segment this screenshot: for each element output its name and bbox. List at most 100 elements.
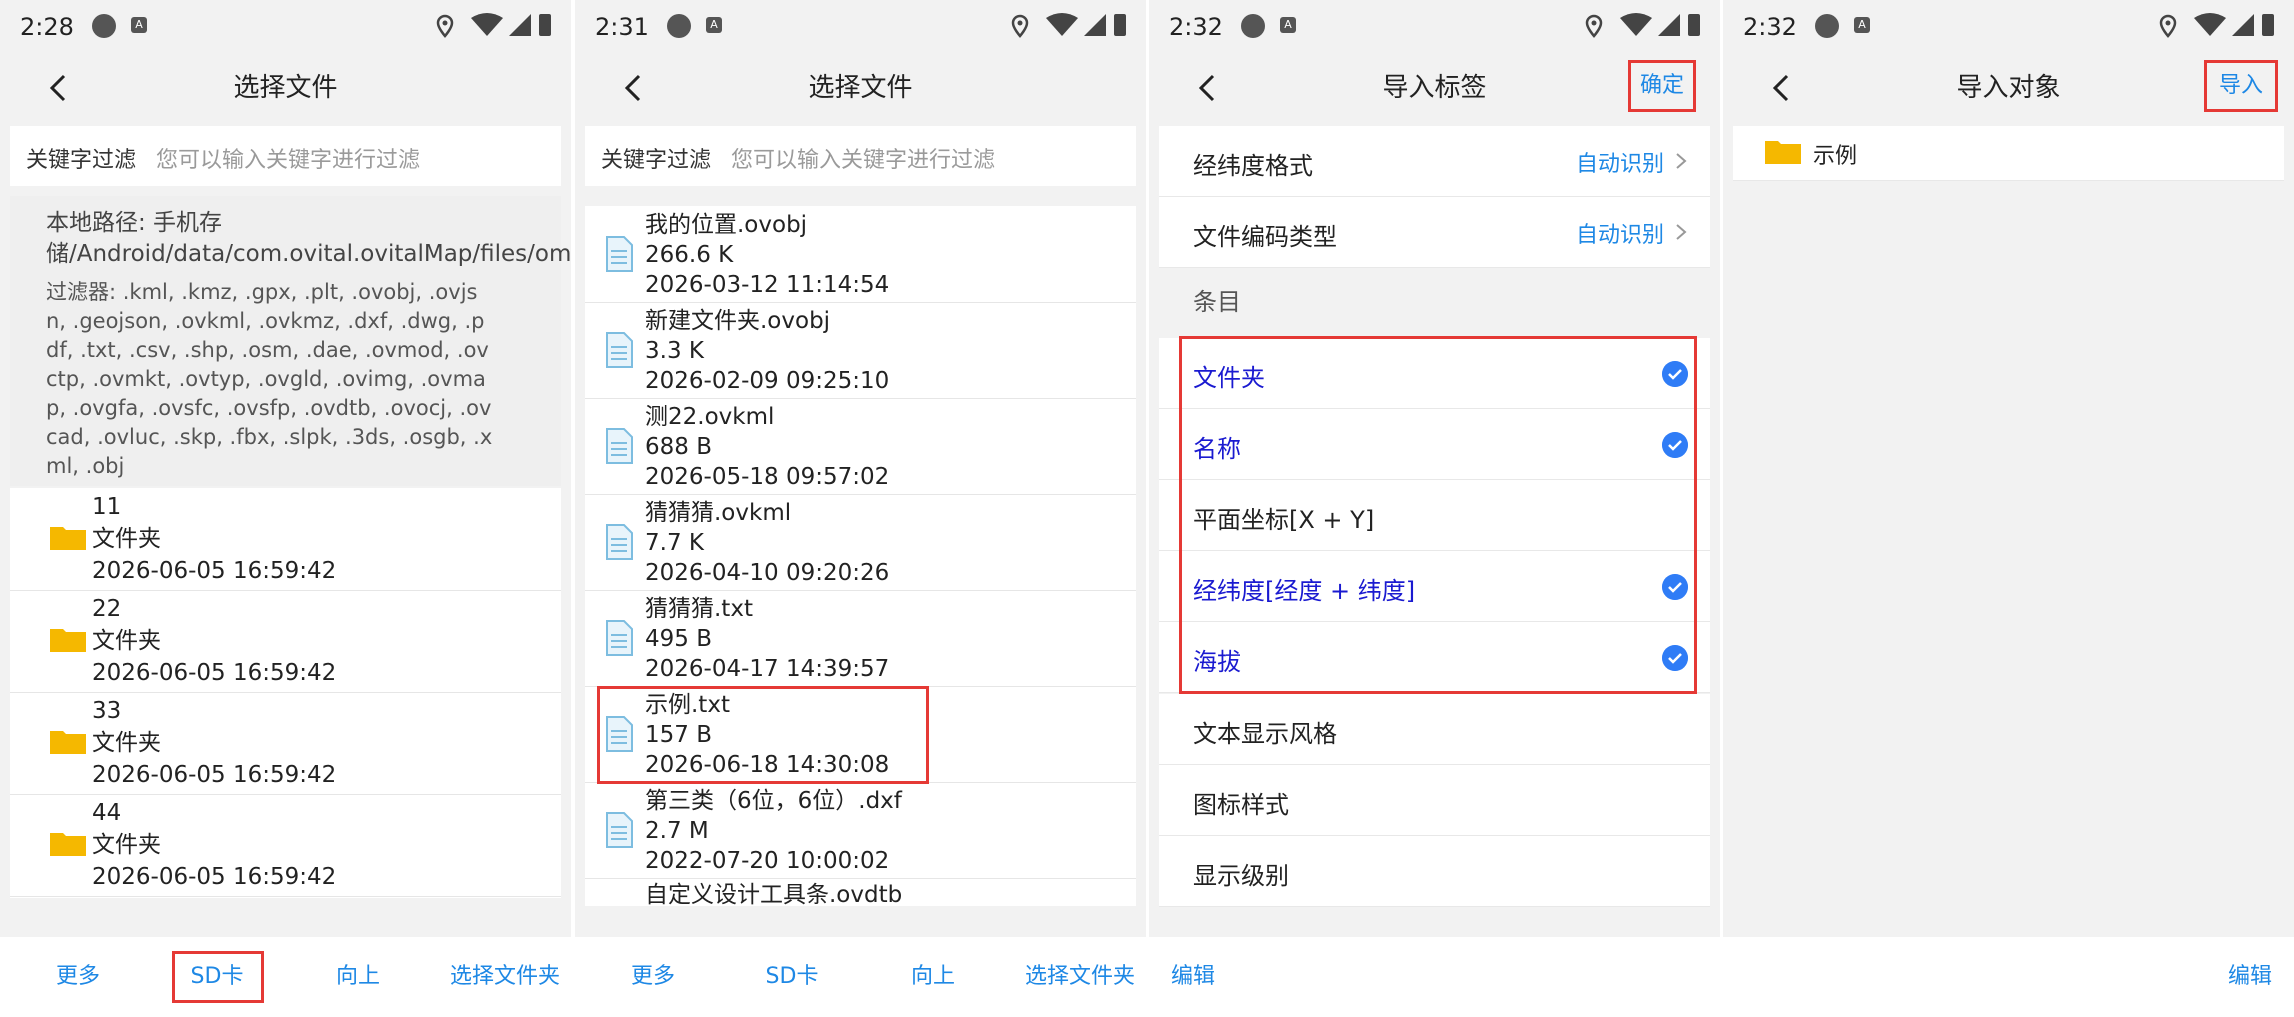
edit-button[interactable]: 编辑 (1163, 955, 1223, 999)
up-button[interactable]: 向上 (318, 955, 398, 999)
folder-icon (50, 833, 86, 856)
status-time: 2:32 (1743, 13, 1797, 41)
document-icon (606, 620, 633, 656)
more-button[interactable]: 更多 (38, 955, 118, 999)
keyword-filter[interactable]: 关键字过滤 您可以输入关键字进行过滤 (585, 126, 1136, 186)
list-item[interactable]: 新建文件夹.ovobj 3.3 K 2026-02-09 09:25:10 (585, 302, 1136, 399)
edit-button[interactable]: 编辑 (2220, 955, 2280, 999)
coord-format-row[interactable]: 经纬度格式 自动识别 (1159, 126, 1710, 197)
status-icons (1585, 13, 1700, 38)
file-date: 2026-05-18 09:57:02 (645, 464, 890, 490)
style-label: 图标样式 (1193, 791, 1289, 819)
list-item[interactable]: 自定义设计工具条.ovdtb (585, 878, 1136, 906)
status-icons (2159, 13, 2274, 38)
list-item[interactable]: 我的位置.ovobj 266.6 K 2026-03-12 11:14:54 (585, 206, 1136, 303)
coord-format-value: 自动识别 (1575, 152, 1664, 177)
style-row-icon[interactable]: 图标样式 (1159, 765, 1710, 836)
file-date: 2022-07-20 10:00:02 (645, 848, 890, 874)
app-notification-icon: A (1854, 17, 1870, 33)
filter-input[interactable]: 您可以输入关键字进行过滤 (731, 142, 995, 174)
panel-import-labels: 2:32 A 导入标签 确定 经纬度格式 自动识别 文件编码类型 自动识别 条目… (1149, 0, 1720, 1017)
encoding-value: 自动识别 (1575, 223, 1664, 248)
file-name: 猜猜猜.ovkml (645, 500, 792, 526)
file-name: 测22.ovkml (645, 404, 775, 430)
file-size: 266.6 K (645, 242, 734, 268)
page-title: 选择文件 (808, 73, 913, 103)
document-icon (606, 524, 633, 560)
encoding-row[interactable]: 文件编码类型 自动识别 (1159, 197, 1710, 268)
item-name: 22 (92, 596, 122, 622)
document-icon (606, 236, 633, 272)
file-date: 2026-04-17 14:39:57 (645, 656, 890, 682)
more-button[interactable]: 更多 (613, 955, 693, 999)
title-bar: 选择文件 (0, 54, 571, 122)
select-folder-button[interactable]: 选择文件夹 (440, 955, 570, 999)
highlight-box (597, 686, 929, 784)
file-name: 自定义设计工具条.ovdtb (645, 882, 903, 906)
object-item[interactable]: 示例 (1733, 126, 2284, 181)
style-label: 文本显示风格 (1193, 720, 1337, 748)
bottom-toolbar: 编辑 (1149, 937, 1720, 1017)
filter-extensions: 过滤器: .kml, .kmz, .gpx, .plt, .ovobj, .ov… (46, 280, 493, 478)
notification-icon (1815, 14, 1839, 38)
up-button[interactable]: 向上 (893, 955, 973, 999)
file-date: 2026-04-10 09:20:26 (645, 560, 890, 586)
bottom-toolbar: 更多 SD卡 向上 选择文件夹 (575, 937, 1146, 1017)
app-notification-icon: A (131, 17, 147, 33)
document-icon (606, 428, 633, 464)
select-folder-button[interactable]: 选择文件夹 (1015, 955, 1145, 999)
item-type: 文件夹 (92, 526, 161, 552)
chevron-right-icon (1676, 224, 1687, 240)
keyword-filter[interactable]: 关键字过滤 您可以输入关键字进行过滤 (10, 126, 561, 186)
list-item[interactable]: 44 文件夹 2026-06-05 16:59:42 (10, 794, 561, 897)
filter-input[interactable]: 您可以输入关键字进行过滤 (156, 142, 420, 174)
app-notification-icon: A (706, 17, 722, 33)
folder-icon (50, 629, 86, 652)
status-icons (1011, 13, 1126, 38)
item-name: 44 (92, 800, 122, 826)
list-item[interactable]: 11 文件夹 2026-06-05 16:59:42 (10, 488, 561, 591)
title-bar: 导入标签 确定 (1149, 54, 1720, 122)
file-name: 我的位置.ovobj (645, 212, 808, 238)
list-item[interactable]: 猜猜猜.txt 495 B 2026-04-17 14:39:57 (585, 590, 1136, 687)
list-item[interactable]: 第三类（6位，6位）.dxf 2.7 M 2022-07-20 10:00:02 (585, 782, 1136, 879)
confirm-button[interactable]: 确定 (1628, 60, 1696, 112)
folder-icon (50, 731, 86, 754)
app-notification-icon: A (1280, 17, 1296, 33)
bottom-toolbar: 更多 SD卡 向上 选择文件夹 (0, 937, 571, 1017)
import-button[interactable]: 导入 (2204, 60, 2278, 112)
list-item[interactable]: 22 文件夹 2026-06-05 16:59:42 (10, 590, 561, 693)
status-time: 2:31 (595, 13, 649, 41)
file-list: 我的位置.ovobj 266.6 K 2026-03-12 11:14:54 新… (585, 206, 1136, 906)
status-bar: 2:31 A (575, 0, 1146, 54)
panel-select-file-2: 2:31 A 选择文件 关键字过滤 您可以输入关键字进行过滤 我的位置.ovob… (575, 0, 1146, 1017)
section-label: 条目 (1193, 288, 1241, 316)
bottom-toolbar: 编辑 (1723, 937, 2294, 1017)
item-type: 文件夹 (92, 730, 161, 756)
file-list: 11 文件夹 2026-06-05 16:59:42 22 文件夹 2026-0… (10, 488, 561, 898)
list-item[interactable]: 猜猜猜.ovkml 7.7 K 2026-04-10 09:20:26 (585, 494, 1136, 591)
item-date: 2026-06-05 16:59:42 (92, 762, 337, 788)
coord-format-label: 经纬度格式 (1193, 152, 1313, 180)
folder-icon (50, 527, 86, 550)
style-row-text[interactable]: 文本显示风格 (1159, 694, 1710, 765)
file-date: 2026-03-12 11:14:54 (645, 272, 890, 298)
item-date: 2026-06-05 16:59:42 (92, 558, 337, 584)
style-label: 显示级别 (1193, 862, 1289, 890)
title-bar: 选择文件 (575, 54, 1146, 122)
status-time: 2:32 (1169, 13, 1223, 41)
list-item[interactable]: 测22.ovkml 688 B 2026-05-18 09:57:02 (585, 398, 1136, 495)
encoding-label: 文件编码类型 (1193, 223, 1337, 251)
page-title: 选择文件 (233, 73, 338, 103)
style-row-level[interactable]: 显示级别 (1159, 836, 1710, 907)
section-header: 条目 (1159, 268, 1710, 328)
highlight-box (1179, 336, 1697, 694)
sd-card-button[interactable]: SD卡 (747, 955, 837, 999)
folder-icon (1765, 141, 1801, 164)
object-label: 示例 (1813, 144, 1858, 169)
status-icons (436, 13, 551, 38)
list-item[interactable]: 33 文件夹 2026-06-05 16:59:42 (10, 692, 561, 795)
notification-icon (1241, 14, 1265, 38)
panel-import-objects: 2:32 A 导入对象 导入 示例 编辑 (1723, 0, 2294, 1017)
file-size: 495 B (645, 626, 712, 652)
